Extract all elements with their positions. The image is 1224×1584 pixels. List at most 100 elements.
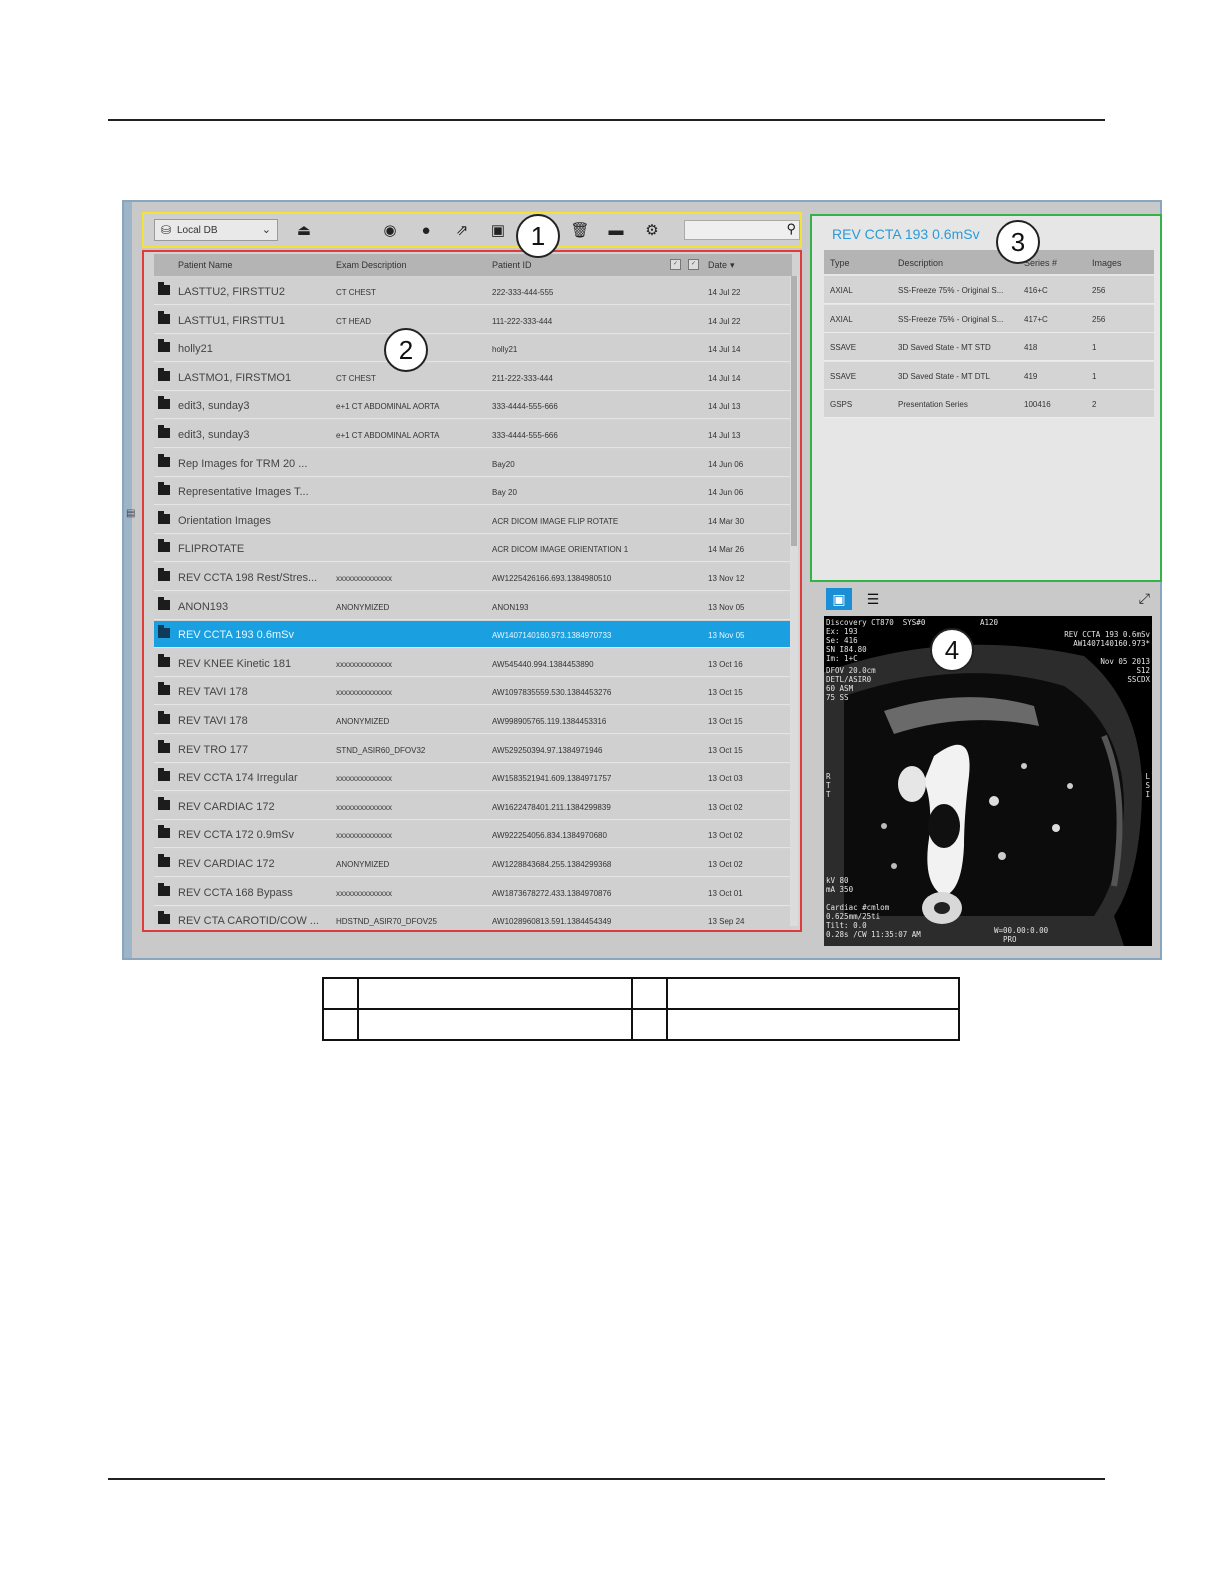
side-strip	[124, 202, 132, 958]
table-row[interactable]: LASTMO1, FIRSTMO1 CT CHEST 211-222-333-444…	[154, 363, 792, 391]
patient-name: edit3, sunday3	[178, 429, 250, 441]
series-row[interactable]: SSAVE 3D Saved State - MT DTL 419 1	[824, 361, 1154, 390]
patient-id: AW1228843684.255.1384299368	[492, 860, 612, 869]
patient-name: holly21	[178, 343, 213, 356]
folder-icon	[158, 768, 170, 782]
database-selector[interactable]: ⛁ Local DB ⌄	[154, 219, 278, 241]
patient-id: AW1097835559.530.1384453276	[492, 688, 612, 698]
settings-icon[interactable]: ⚙	[642, 221, 662, 241]
series-type: AXIAL	[830, 314, 853, 324]
overlay-bottom-left: kV 80 mA 350 Cardiac #cmlom 0.625mm/25ti…	[826, 876, 921, 939]
column-exam-description[interactable]: Exam Description	[336, 260, 407, 270]
series-row[interactable]: SSAVE 3D Saved State - MT STD 418 1	[824, 333, 1154, 361]
exam-description: HDSTND_ASIR70_DFOV25	[336, 917, 437, 927]
column-type[interactable]: Type	[830, 258, 890, 268]
archive-icon[interactable]: ▣	[488, 221, 508, 241]
exam-date: 14 Jul 22	[708, 316, 741, 326]
exam-date: 13 Oct 03	[708, 774, 743, 784]
table-row[interactable]: holly21 holly21 14 Jul 14	[154, 335, 792, 363]
table-row[interactable]: REV CARDIAC 172 xxxxxxxxxxxxxx AW162247840…	[154, 792, 792, 820]
table-row[interactable]: REV CCTA 198 Rest/Stres... xxxxxxxxxxxxxx…	[154, 564, 792, 591]
panel-toggle-icon[interactable]: ▤	[126, 508, 136, 530]
table-row[interactable]: REV TAVI 178 ANONYMIZED AW998905765.119.13…	[154, 707, 792, 734]
exam-date: 13 Oct 15	[708, 745, 743, 755]
table-row[interactable]: REV KNEE Kinetic 181 xxxxxxxxxxxxxx AW5454…	[154, 649, 792, 677]
column-description[interactable]: Description	[898, 258, 1020, 268]
application-window: ▤ ⛁ Local DB ⌄ ⏏ ◉ ● ⇗ ▣ 🗑 ▬ ⚙ ⚲ Patient…	[122, 200, 1162, 960]
column-patient-name[interactable]: Patient Name	[178, 260, 233, 270]
chevron-down-icon: ⌄	[261, 224, 271, 236]
patient-name: REV CCTA 172 0.9mSv	[178, 829, 294, 842]
table-row[interactable]: REV CARDIAC 172 ANONYMIZED AW1228843684.25…	[154, 850, 792, 877]
table-row[interactable]: LASTTU1, FIRSTTU1 CT HEAD 111-222-333-444 1…	[154, 306, 792, 334]
exam-description: e+1 CT ABDOMINAL AORTA	[336, 402, 440, 412]
table-row[interactable]: LASTTU2, FIRSTTU2 CT CHEST 222-333-444-555…	[154, 278, 792, 305]
exam-description: xxxxxxxxxxxxxx	[336, 831, 392, 841]
table-row[interactable]: FLIPROTATE ACR DICOM IMAGE ORIENTATION 1 1…	[154, 535, 792, 563]
table-row[interactable]: REV CCTA 172 0.9mSv xxxxxxxxxxxxxx AW92225…	[154, 821, 792, 849]
column-series-number[interactable]: Series #	[1024, 258, 1084, 268]
patient-name: REV CCTA 193 0.6mSv	[178, 629, 294, 642]
table-row[interactable]: REV CCTA 193 0.6mSv AW1407140160.973.1384…	[154, 621, 792, 649]
series-row[interactable]: GSPS Presentation Series 100416 2	[824, 390, 1154, 418]
exam-date: 13 Oct 16	[708, 659, 743, 669]
series-images: 256	[1092, 286, 1106, 295]
scrollbar-thumb[interactable]	[791, 276, 797, 546]
patient-name: LASTTU1, FIRSTTU1	[178, 314, 285, 327]
patient-name: REV CARDIAC 172	[178, 800, 275, 813]
table-row[interactable]: edit3, sunday3 e+1 CT ABDOMINAL AORTA 333-…	[154, 421, 792, 448]
exam-date: 13 Oct 01	[708, 888, 743, 898]
table-row[interactable]: Orientation Images ACR DICOM IMAGE FLIP R…	[154, 506, 792, 534]
tab-list-view[interactable]: ☰	[860, 588, 886, 610]
eject-icon[interactable]: ⏏	[294, 221, 314, 241]
series-row[interactable]: AXIAL SS-Freeze 75% - Original S... 416+C 2…	[824, 276, 1154, 304]
legend-cell	[357, 1008, 633, 1041]
column-filter-icon[interactable]: ✓	[688, 259, 699, 270]
table-row[interactable]: REV TAVI 178 xxxxxxxxxxxxxx AW1097835559.5…	[154, 678, 792, 706]
patient-id: AW1873678272.433.1384970876	[492, 888, 612, 898]
exam-date: 14 Jul 14	[708, 373, 741, 383]
column-patient-id[interactable]: Patient ID	[492, 260, 532, 270]
patient-id: 333-4444-555-666	[492, 431, 558, 440]
export-icon[interactable]: ⇗	[452, 221, 472, 241]
column-date[interactable]: Date	[708, 260, 727, 270]
search-icon[interactable]: ⚲	[786, 221, 796, 237]
table-row[interactable]: REV CCTA 168 Bypass xxxxxxxxxxxxxx AW18736…	[154, 878, 792, 906]
folder-icon	[158, 482, 170, 496]
series-row[interactable]: AXIAL SS-Freeze 75% - Original S... 417+C 2…	[824, 304, 1154, 333]
table-row[interactable]: Representative Images T... Bay 20 14 Jun 0…	[154, 478, 792, 506]
folder-icon	[158, 396, 170, 410]
column-filter-icon[interactable]: ✓	[670, 259, 681, 270]
exam-date: 14 Jul 13	[708, 431, 741, 440]
folder-icon	[158, 596, 170, 610]
table-row[interactable]: REV TRO 177 STND_ASIR60_DFOV32 AW529250394…	[154, 735, 792, 763]
review-icon[interactable]: ◉	[380, 221, 400, 241]
exam-description: CT CHEST	[336, 373, 376, 383]
tab-image-view[interactable]: ▣	[826, 588, 852, 610]
toolbar: ⛁ Local DB ⌄ ⏏ ◉ ● ⇗ ▣ 🗑 ▬ ⚙ ⚲	[142, 212, 802, 248]
table-row[interactable]: REV CCTA 174 Irregular xxxxxxxxxxxxxx AW15…	[154, 764, 792, 792]
delete-icon[interactable]: 🗑	[570, 221, 590, 241]
column-images[interactable]: Images	[1092, 258, 1142, 268]
film-icon[interactable]: ▬	[606, 221, 626, 241]
ct-image-viewer[interactable]: Discovery CT870 SYS#0 Ex: 193 Se: 416 SN…	[824, 616, 1152, 946]
legend-cell	[631, 977, 668, 1010]
series-number: 418	[1024, 343, 1038, 352]
exam-description: CT CHEST	[336, 288, 376, 297]
table-row[interactable]: Rep Images for TRM 20 ... Bay20 14 Jun 06	[154, 449, 792, 477]
query-icon[interactable]: ●	[416, 221, 436, 241]
exam-date: 14 Jun 06	[708, 488, 744, 498]
search-input[interactable]: ⚲	[684, 220, 800, 240]
series-type: SSAVE	[830, 343, 857, 352]
vertical-scrollbar[interactable]	[790, 276, 798, 926]
patient-name: Rep Images for TRM 20 ...	[178, 457, 308, 470]
folder-icon	[158, 339, 170, 353]
patient-name: ANON193	[178, 600, 229, 613]
callout-1: 1	[516, 214, 560, 258]
table-row[interactable]: ANON193 ANONYMIZED ANON193 13 Nov 05	[154, 592, 792, 620]
expand-icon[interactable]: ⤢	[1139, 590, 1150, 607]
series-description: Presentation Series	[898, 400, 968, 409]
table-row[interactable]: edit3, sunday3 e+1 CT ABDOMINAL AORTA 333-…	[154, 392, 792, 420]
patient-name: REV CCTA 174 Irregular	[178, 772, 298, 785]
table-row[interactable]: REV CTA CAROTID/COW ... HDSTND_ASIR70_DFO…	[154, 907, 792, 930]
